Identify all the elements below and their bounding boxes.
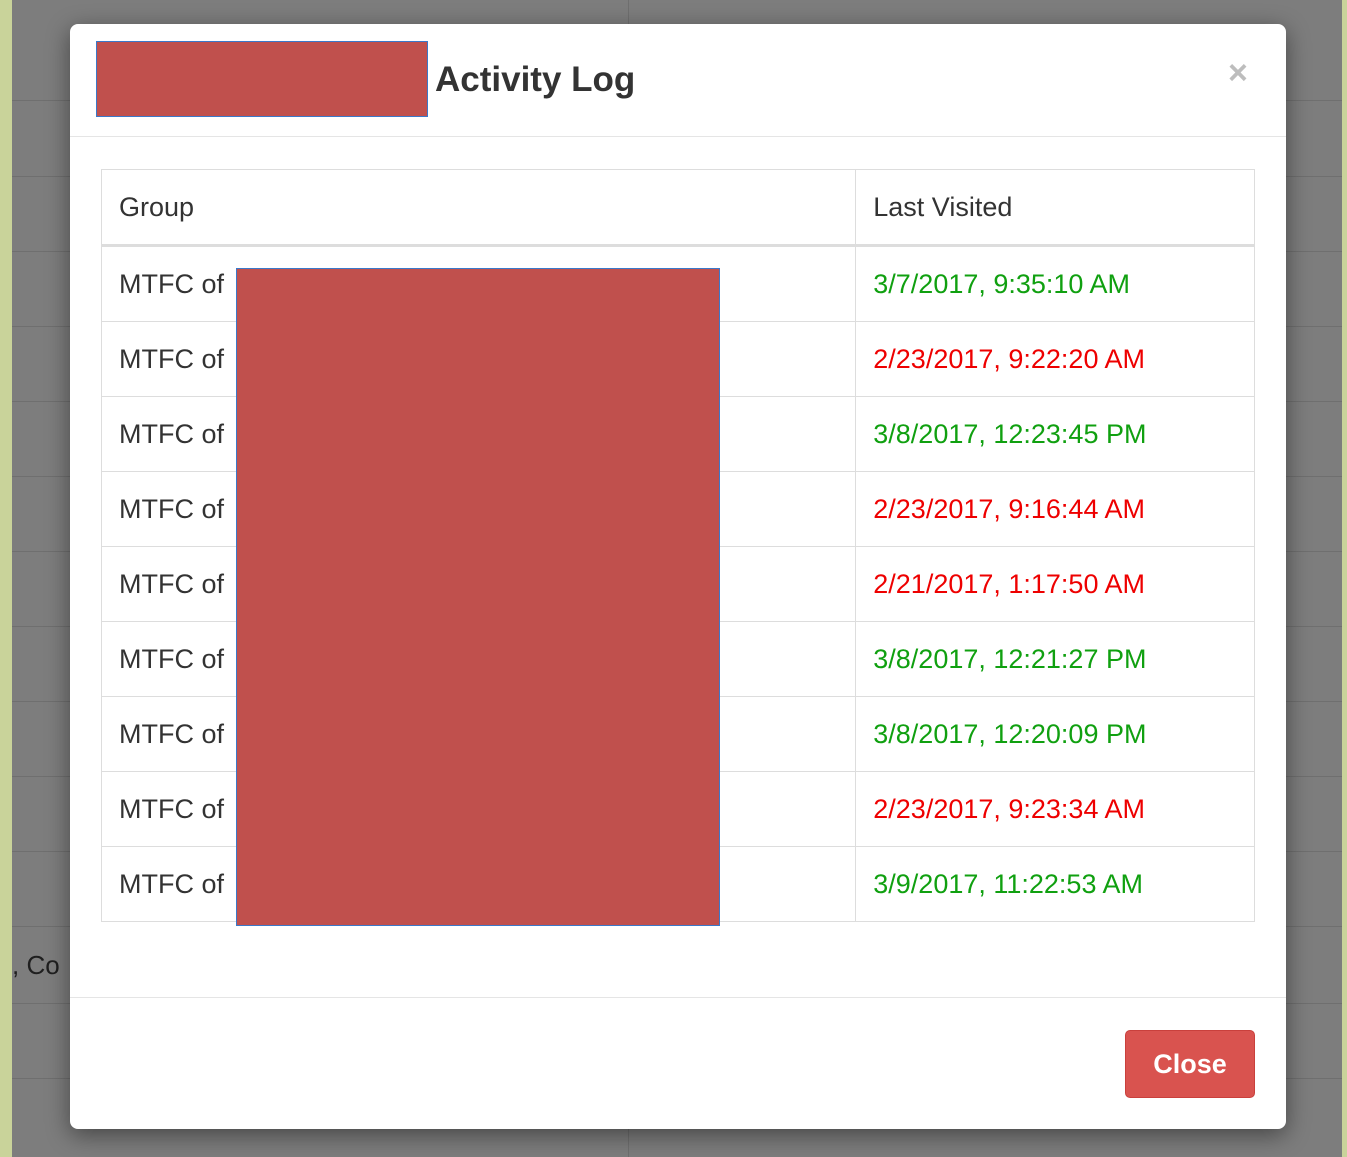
window-edge [1342, 0, 1347, 1157]
modal-title: Activity Log [435, 60, 636, 99]
last-visited-cell: 3/8/2017, 12:23:45 PM [855, 396, 1255, 472]
modal-body: Group Last Visited MTFC of 3/7/2017, 9:35… [70, 137, 1286, 997]
table-header-row: Group Last Visited [100, 169, 1255, 247]
modal-header: Activity Log × [70, 24, 1286, 137]
close-icon[interactable]: × [1228, 56, 1248, 90]
background-text-fragment: , Co [12, 950, 60, 980]
last-visited-cell: 3/9/2017, 11:22:53 AM [855, 846, 1255, 922]
redacted-block [96, 41, 428, 117]
last-visited-cell: 2/23/2017, 9:23:34 AM [855, 771, 1255, 847]
modal-footer: Close [70, 997, 1286, 1129]
last-visited-cell: 2/23/2017, 9:16:44 AM [855, 471, 1255, 547]
last-visited-cell: 2/23/2017, 9:22:20 AM [855, 321, 1255, 397]
last-visited-cell: 2/21/2017, 1:17:50 AM [855, 546, 1255, 622]
column-header-group: Group [100, 169, 857, 247]
redacted-block [236, 268, 720, 926]
column-header-last-visited: Last Visited [855, 169, 1255, 247]
activity-log-modal: Activity Log × Group Last Visited MTFC o… [70, 24, 1286, 1129]
last-visited-cell: 3/7/2017, 9:35:10 AM [855, 245, 1255, 322]
last-visited-cell: 3/8/2017, 12:21:27 PM [855, 621, 1255, 697]
close-button[interactable]: Close [1125, 1030, 1255, 1098]
last-visited-cell: 3/8/2017, 12:20:09 PM [855, 696, 1255, 772]
